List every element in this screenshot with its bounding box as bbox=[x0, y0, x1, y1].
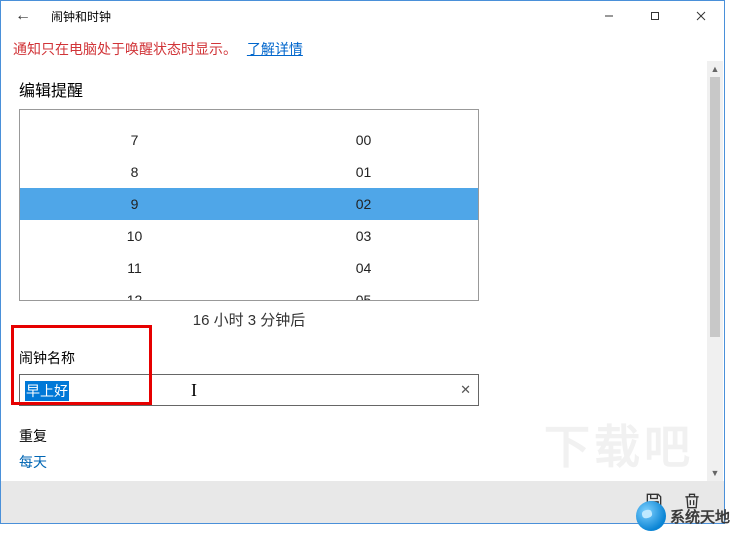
alarm-name-input[interactable] bbox=[19, 374, 479, 406]
brand-watermark: 系统天地 bbox=[636, 501, 730, 531]
minute-column[interactable]: 59 00 01 02 03 04 05 bbox=[249, 110, 478, 300]
scroll-thumb[interactable] bbox=[710, 77, 720, 337]
minimize-button[interactable] bbox=[586, 1, 632, 31]
command-bar bbox=[1, 481, 724, 523]
notification-bar: 通知只在电脑处于唤醒状态时显示。 了解详情 bbox=[1, 31, 724, 67]
scroll-up-arrow[interactable]: ▲ bbox=[707, 61, 723, 77]
hour-column[interactable]: 6 7 8 9 10 11 12 bbox=[20, 110, 249, 300]
clear-input-button[interactable]: ✕ bbox=[460, 382, 471, 398]
repeat-label: 重复 bbox=[19, 426, 706, 446]
scroll-down-arrow[interactable]: ▼ bbox=[707, 465, 723, 481]
window-title: 闹钟和时钟 bbox=[45, 8, 111, 25]
brand-watermark-text: 系统天地 bbox=[670, 506, 730, 527]
vertical-scrollbar[interactable]: ▲ ▼ bbox=[707, 61, 723, 481]
time-remaining-caption: 16 小时 3 分钟后 bbox=[19, 301, 479, 344]
time-picker[interactable]: 6 7 8 9 10 11 12 59 00 01 02 03 04 05 bbox=[19, 109, 479, 301]
edit-reminder-header: 编辑提醒 bbox=[19, 77, 706, 101]
globe-icon bbox=[636, 501, 666, 531]
repeat-value[interactable]: 每天 bbox=[19, 452, 706, 472]
alarm-name-label: 闹钟名称 bbox=[19, 348, 706, 368]
titlebar: ← 闹钟和时钟 bbox=[1, 1, 724, 31]
notification-link[interactable]: 了解详情 bbox=[241, 41, 303, 57]
back-button[interactable]: ← bbox=[1, 1, 45, 31]
maximize-button[interactable] bbox=[632, 1, 678, 31]
close-button[interactable] bbox=[678, 1, 724, 31]
notification-text: 通知只在电脑处于唤醒状态时显示。 bbox=[13, 41, 237, 57]
